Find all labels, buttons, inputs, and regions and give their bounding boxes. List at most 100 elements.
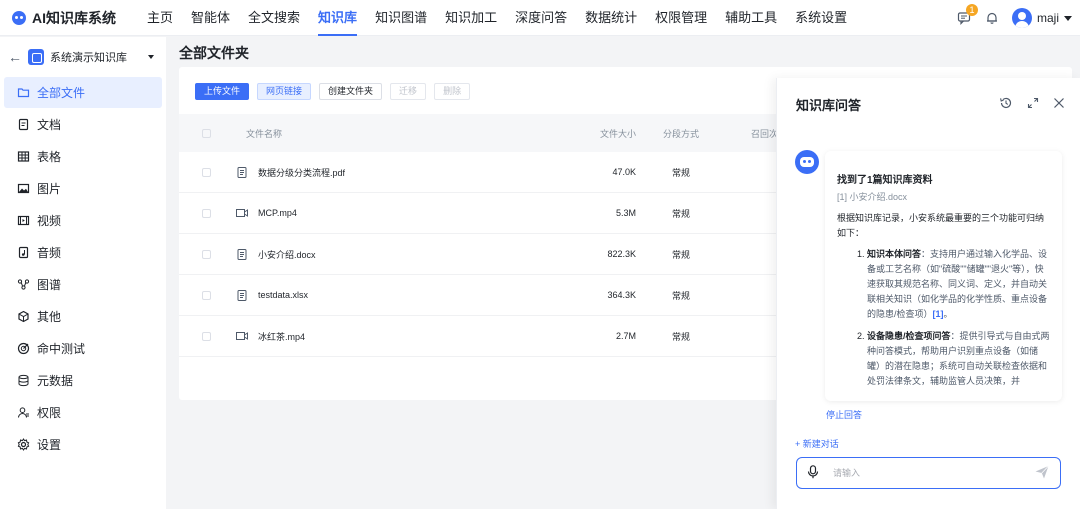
knowledge-base-selector[interactable]: ← 系统演示知识库 [0, 37, 166, 77]
app-logo[interactable]: AI知识库系统 [0, 8, 138, 28]
sidebar-item-graph[interactable]: 图谱 [4, 269, 162, 300]
sidebar-item-tables[interactable]: 表格 [4, 141, 162, 172]
username: maji [1036, 11, 1059, 25]
notifications-button[interactable] [984, 10, 1000, 26]
messages-button[interactable]: 1 [956, 4, 978, 26]
sidebar-item-label: 权限 [37, 406, 62, 420]
sidebar-item-videos[interactable]: 视频 [4, 205, 162, 236]
nav-item-deep-qa[interactable]: 深度问答 [506, 0, 576, 36]
segment-mode: 常规 [671, 208, 690, 219]
file-size: 5.3M [615, 208, 636, 218]
nav-item-knowledge-graph[interactable]: 知识图谱 [366, 0, 436, 36]
nav-item-home[interactable]: 主页 [138, 0, 182, 36]
sidebar-item-label: 图片 [37, 182, 62, 196]
top-navbar: AI知识库系统 主页 智能体 全文搜索 知识库 知识图谱 知识加工 深度问答 数… [0, 0, 1080, 36]
send-icon[interactable] [1034, 464, 1050, 483]
nav-item-knowledge-base[interactable]: 知识库 [309, 0, 366, 36]
point-text: ：支持用户通过输入化学品、设备或工艺名称（如"硫酸""储罐""退火"等），快速获… [867, 249, 1048, 319]
row-checkbox[interactable] [202, 249, 211, 259]
sidebar-item-audio[interactable]: 音频 [4, 237, 162, 268]
back-arrow-icon[interactable]: ← [8, 49, 22, 65]
point-heading: 设备隐患/检查项问答 [867, 331, 951, 341]
close-icon[interactable] [1053, 97, 1065, 112]
sidebar-item-label: 命中测试 [37, 342, 86, 356]
chat-input[interactable] [833, 468, 1034, 478]
sidebar-item-label: 视频 [37, 214, 62, 228]
web-link-button[interactable]: 网页链接 [257, 83, 312, 100]
row-checkbox[interactable] [202, 167, 211, 177]
nav-item-permissions[interactable]: 权限管理 [646, 0, 716, 36]
segment-mode: 常规 [671, 331, 690, 342]
row-checkbox[interactable] [202, 290, 211, 300]
point-number: 2. [857, 331, 865, 341]
table-row[interactable]: 冰红茶.mp4 2.7M 常规 0 [179, 316, 789, 357]
nav-item-agent[interactable]: 智能体 [182, 0, 239, 36]
sidebar-item-label: 其他 [37, 310, 62, 324]
sidebar-item-metadata[interactable]: 元数据 [4, 365, 162, 396]
table-row[interactable]: MCP.mp4 5.3M 常规 0 [179, 193, 789, 234]
file-size: 47.0K [612, 167, 636, 177]
document-icon [236, 289, 248, 301]
gear-icon [16, 438, 30, 452]
nav-item-statistics[interactable]: 数据统计 [576, 0, 646, 36]
file-size: 364.3K [607, 290, 636, 300]
point-tail: 。 [943, 309, 953, 319]
table-row[interactable]: testdata.xlsx 364.3K 常规 4 [179, 275, 789, 316]
expand-icon[interactable] [1027, 97, 1039, 112]
sidebar-item-hit-test[interactable]: 命中测试 [4, 333, 162, 364]
file-name[interactable]: 冰红茶.mp4 [258, 330, 305, 343]
segment-mode: 常规 [671, 167, 690, 178]
select-all-checkbox[interactable] [202, 128, 211, 138]
video-icon [16, 214, 30, 228]
chat-title: 知识库问答 [796, 97, 862, 113]
upload-file-button[interactable]: 上传文件 [195, 83, 250, 100]
sidebar-item-settings[interactable]: 设置 [4, 429, 162, 460]
caret-down-icon [148, 55, 154, 59]
avatar [1011, 8, 1032, 28]
main-nav: 主页 智能体 全文搜索 知识库 知识图谱 知识加工 深度问答 数据统计 权限管理… [138, 0, 856, 36]
table-row[interactable]: 小安介绍.docx 822.3K 常规 1 [179, 234, 789, 275]
file-name[interactable]: 小安介绍.docx [258, 248, 316, 261]
file-name[interactable]: 数据分级分类流程.pdf [258, 166, 345, 179]
nav-item-knowledge-processing[interactable]: 知识加工 [436, 0, 506, 36]
toolbar: 上传文件 网页链接 创建文件夹 迁移 删除 [195, 83, 471, 100]
stop-answer-button[interactable]: 停止回答 [826, 408, 862, 421]
move-button[interactable]: 迁移 [390, 83, 427, 100]
segment-mode: 常规 [671, 290, 690, 301]
row-checkbox[interactable] [202, 208, 211, 218]
sidebar: ← 系统演示知识库 全部文件 文档 表格 图片 视频 音频 图谱 其他 命中测试… [0, 37, 166, 509]
chat-header: 知识库问答 [777, 78, 1080, 130]
row-checkbox[interactable] [202, 331, 211, 341]
document-icon [16, 118, 30, 132]
answer-points: 1. 知识本体问答：支持用户通过输入化学品、设备或工艺名称（如"硫酸""储罐""… [837, 247, 1050, 389]
create-folder-button[interactable]: 创建文件夹 [319, 83, 383, 100]
delete-button[interactable]: 删除 [434, 83, 471, 100]
new-chat-button[interactable]: + 新建对话 [795, 437, 839, 450]
user-menu[interactable]: maji [1011, 8, 1072, 28]
sidebar-item-permissions[interactable]: 权限 [4, 397, 162, 428]
nav-item-system-settings[interactable]: 系统设置 [786, 0, 856, 36]
nav-item-fulltext-search[interactable]: 全文搜索 [239, 0, 309, 36]
citation-link[interactable]: [1] [933, 309, 944, 319]
answer-point: 2. 设备隐患/检查项问答：提供引导式与自由式两种问答模式，帮助用户识别重点设备… [857, 329, 1050, 389]
sidebar-item-all-files[interactable]: 全部文件 [4, 77, 162, 108]
table-row[interactable]: 数据分级分类流程.pdf 47.0K 常规 0 [179, 152, 789, 193]
reference-link[interactable]: [1] 小安介绍.docx [837, 190, 1050, 203]
header-file-size[interactable]: 文件大小 [566, 127, 636, 140]
table-icon [16, 150, 30, 164]
sidebar-item-other[interactable]: 其他 [4, 301, 162, 332]
header-file-name[interactable]: 文件名称 [236, 127, 566, 140]
sidebar-item-images[interactable]: 图片 [4, 173, 162, 204]
answer-point: 1. 知识本体问答：支持用户通过输入化学品、设备或工艺名称（如"硫酸""储罐""… [857, 247, 1050, 322]
user-icon [16, 406, 30, 420]
file-name[interactable]: MCP.mp4 [258, 208, 297, 218]
header-segment-mode[interactable]: 分段方式 [636, 127, 726, 140]
sidebar-item-documents[interactable]: 文档 [4, 109, 162, 140]
nav-item-tools[interactable]: 辅助工具 [716, 0, 786, 36]
history-icon[interactable] [999, 96, 1013, 113]
sidebar-item-label: 图谱 [37, 278, 62, 292]
kb-qa-panel: 知识库问答 找到了1篇知识库资料 [1] 小安介绍.docx 根据知识库记录，小… [776, 78, 1080, 509]
microphone-icon[interactable] [807, 464, 819, 482]
file-name[interactable]: testdata.xlsx [258, 290, 308, 300]
segment-mode: 常规 [671, 249, 690, 260]
